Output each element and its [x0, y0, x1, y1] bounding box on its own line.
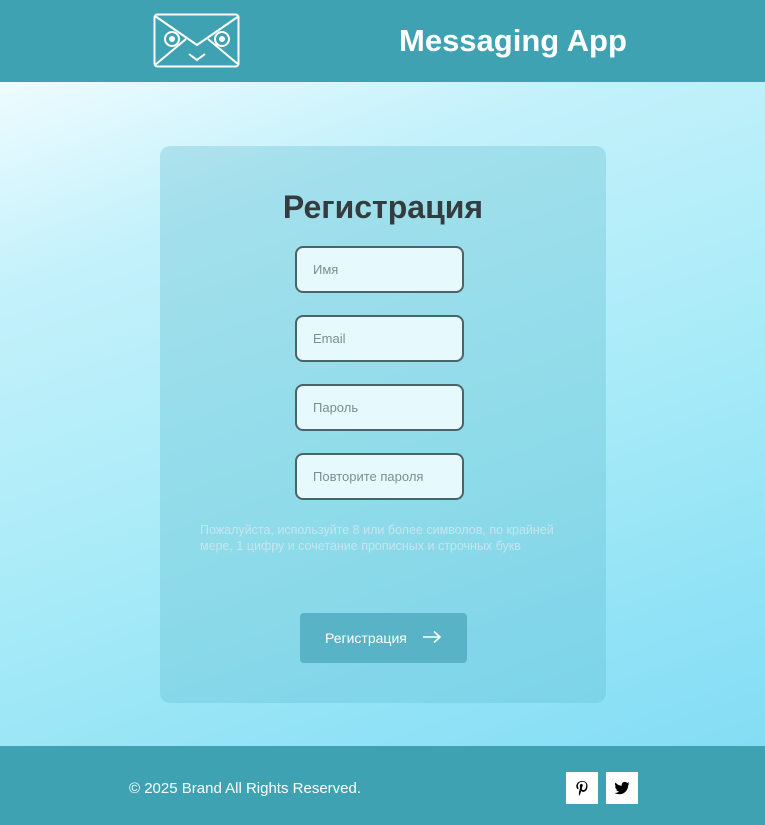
footer: © 2025 Brand All Rights Reserved. — [0, 746, 765, 825]
arrow-right-icon — [423, 630, 442, 644]
register-button-label: Регистрация — [325, 630, 407, 646]
register-button[interactable]: Регистрация — [300, 613, 467, 663]
pinterest-icon — [576, 781, 588, 796]
form-title: Регистрация — [282, 189, 484, 225]
name-input[interactable] — [295, 246, 464, 293]
password-hint: Пожалуйста, используйте 8 или более симв… — [200, 523, 554, 553]
twitter-icon — [614, 781, 630, 795]
password-input[interactable] — [295, 384, 464, 431]
registration-card: Регистрация Пожалуйста, используйте 8 ил… — [160, 146, 606, 703]
pinterest-link[interactable] — [566, 772, 598, 804]
app-title: Messaging App — [399, 23, 627, 58]
header: Messaging App — [0, 0, 765, 82]
email-input[interactable] — [295, 315, 464, 362]
envelope-logo-icon[interactable] — [153, 13, 241, 68]
copyright-text: © 2025 Brand All Rights Reserved. — [129, 780, 362, 797]
twitter-link[interactable] — [606, 772, 638, 804]
main-area: Регистрация Пожалуйста, используйте 8 ил… — [0, 82, 765, 746]
repeat-password-input[interactable] — [295, 453, 464, 500]
